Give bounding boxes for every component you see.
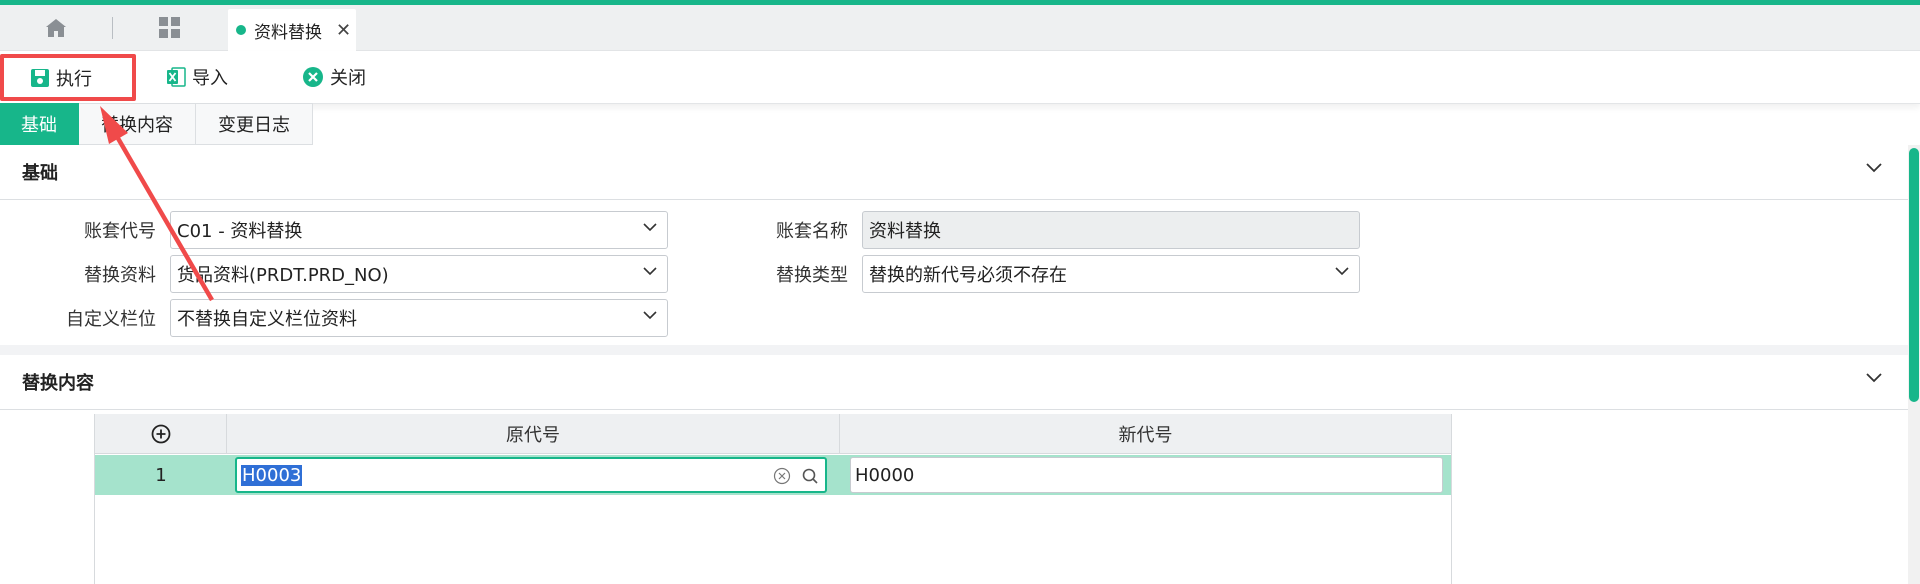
close-label: 关闭 [330,68,366,89]
chevron-down-icon [643,267,657,276]
toolbar: 执行 导入 关闭 [0,51,1920,104]
grid-menu-icon[interactable] [150,5,190,51]
chevron-down-icon[interactable] [1866,373,1882,383]
new-code-cell: H0000 [840,455,1451,495]
tab-change-log[interactable]: 变更日志 [196,103,313,145]
add-circle-icon [151,424,170,444]
account-code-label: 账套代号 [84,221,156,242]
import-label: 导入 [192,68,228,89]
replace-data-label: 替换资料 [84,265,156,286]
replace-type-row: 替换类型 替换的新代号必须不存在 [676,255,1360,293]
document-tab-label: 资料替换 [254,22,322,43]
replace-table: 原代号 新代号 1 H0003 H0000 [94,414,1452,584]
column-header-new-code: 新代号 [1118,425,1173,446]
account-name-value: 资料替换 [869,221,941,242]
tab-close-icon[interactable]: ✕ [336,20,351,41]
replace-section-title: 替换内容 [22,373,94,394]
search-icon[interactable] [801,467,819,485]
custom-field-value: 不替换自定义栏位资料 [177,309,357,330]
add-row-button[interactable] [95,414,227,454]
custom-field-select[interactable]: 不替换自定义栏位资料 [170,299,668,337]
execute-button[interactable]: 执行 [0,54,136,101]
chevron-down-icon [643,223,657,232]
column-header-old-code: 原代号 [227,414,840,454]
replace-section-header[interactable]: 替换内容 [0,355,1908,410]
sub-tabs: 基础 替换内容 变更日志 [0,103,313,145]
tab-bar: 资料替换 ✕ [0,5,1920,51]
account-code-value: C01 - 资料替换 [177,221,303,242]
replace-data-value: 货品资料(PRDT.PRD_NO) [177,265,389,286]
table-row[interactable]: 1 H0003 H0000 [95,455,1451,495]
chevron-down-icon [1335,267,1349,276]
account-name-row: 账套名称 资料替换 [676,211,1360,249]
status-dot-icon [236,25,246,35]
account-name-field: 资料替换 [862,211,1360,249]
excel-icon [167,67,186,87]
replace-data-row: 替换资料 货品资料(PRDT.PRD_NO) [0,255,668,293]
replace-type-select[interactable]: 替换的新代号必须不存在 [862,255,1360,293]
new-code-value: H0000 [855,464,915,486]
replace-data-select[interactable]: 货品资料(PRDT.PRD_NO) [170,255,668,293]
replace-type-value: 替换的新代号必须不存在 [869,265,1067,286]
basic-section-title: 基础 [22,163,58,184]
row-index: 1 [155,464,167,486]
close-button[interactable]: 关闭 [302,57,366,97]
tab-basic[interactable]: 基础 [0,103,79,145]
account-code-row: 账套代号 C01 - 资料替换 [0,211,668,249]
execute-label: 执行 [56,68,92,90]
tab-separator [112,17,113,39]
chevron-down-icon[interactable] [1866,163,1882,173]
custom-field-row: 自定义栏位 不替换自定义栏位资料 [0,299,668,337]
basic-section: 基础 账套代号 C01 - 资料替换 账套名称 资料替换 替换资料 货品资料(P… [0,145,1908,345]
account-code-select[interactable]: C01 - 资料替换 [170,211,668,249]
old-code-input[interactable]: H0003 [235,457,827,493]
close-circle-icon [303,67,323,87]
custom-field-label: 自定义栏位 [66,309,156,330]
table-header: 原代号 新代号 [95,414,1451,454]
document-tab[interactable]: 资料替换 ✕ [228,9,356,51]
scrollbar-thumb[interactable] [1909,148,1919,402]
save-icon [31,68,49,87]
home-icon[interactable] [36,5,76,51]
clear-icon[interactable] [773,467,791,485]
new-code-input[interactable]: H0000 [850,457,1443,493]
import-button[interactable]: 导入 [166,57,228,97]
basic-section-header[interactable]: 基础 [0,145,1908,200]
old-code-value: H0003 [241,464,303,486]
chevron-down-icon [643,311,657,320]
old-code-cell: H0003 [227,455,840,495]
tab-replace-content[interactable]: 替换内容 [79,103,196,145]
replace-type-label: 替换类型 [776,265,848,286]
account-name-label: 账套名称 [776,221,848,242]
